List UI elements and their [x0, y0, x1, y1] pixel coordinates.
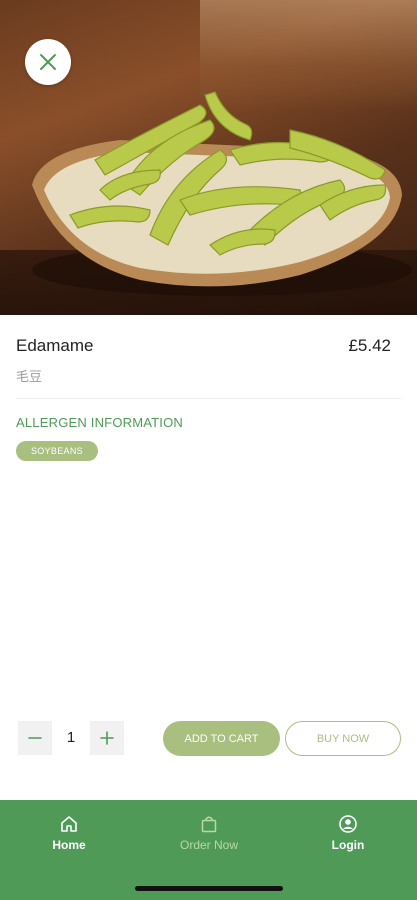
- allergen-tag: SOYBEANS: [16, 441, 98, 461]
- product-price: £5.42: [348, 336, 391, 355]
- close-icon: [40, 54, 56, 70]
- user-circle-icon: [339, 815, 357, 833]
- add-to-cart-button[interactable]: ADD TO CART: [163, 721, 280, 756]
- product-subname: 毛豆: [16, 369, 43, 384]
- increase-quantity-button[interactable]: [90, 721, 124, 755]
- quantity-value: 1: [66, 729, 76, 746]
- close-button[interactable]: [25, 39, 71, 85]
- product-detail-screen: Edamame £5.42 毛豆 ALLERGEN INFORMATION SO…: [0, 0, 417, 900]
- nav-item-login[interactable]: Login: [293, 814, 403, 852]
- home-icon: [61, 816, 77, 832]
- decrease-quantity-button[interactable]: [18, 721, 52, 755]
- allergen-heading: ALLERGEN INFORMATION: [16, 415, 184, 430]
- minus-icon: [28, 737, 42, 739]
- nav-label-order-now: Order Now: [179, 838, 238, 852]
- divider: [16, 398, 401, 399]
- nav-label-login: Login: [331, 838, 365, 852]
- product-name: Edamame: [16, 336, 94, 355]
- nav-item-home[interactable]: Home: [14, 814, 124, 852]
- shopping-bag-icon: [201, 816, 217, 833]
- plus-icon: [100, 731, 114, 745]
- home-indicator: [135, 886, 283, 891]
- nav-item-order-now[interactable]: Order Now: [154, 814, 264, 852]
- buy-now-button[interactable]: BUY NOW: [285, 721, 401, 756]
- bottom-navigation: Home Order Now Login: [0, 800, 417, 900]
- nav-label-home: Home: [52, 838, 86, 852]
